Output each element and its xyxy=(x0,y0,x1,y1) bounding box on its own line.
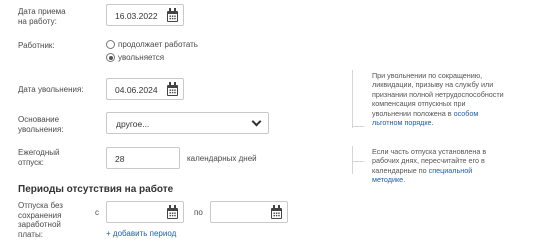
annual-leave-label-line2: отпуск: xyxy=(18,158,44,167)
hire-date-field[interactable]: 16.03.2022 xyxy=(106,4,184,26)
hire-date-label-line2: на работу: xyxy=(18,17,57,26)
period-to-field[interactable] xyxy=(210,201,288,223)
special-method-link[interactable]: специальной xyxy=(429,166,473,175)
hint-dismissal-compensation: При увольнении по сокращению, ликвидации… xyxy=(372,71,548,127)
dismissal-reason-select[interactable]: другое... xyxy=(106,112,269,134)
hint-line: календарные по xyxy=(372,165,429,175)
hire-date-value: 16.03.2022 xyxy=(115,11,158,21)
hint-line: Если часть отпуска установлена в xyxy=(372,147,487,156)
dismissal-date-label: Дата увольнения: xyxy=(18,85,84,94)
radio-continues-working-label[interactable]: продолжает работать xyxy=(118,40,198,50)
period-to-label: по xyxy=(194,208,203,217)
hint-line: увольнении положена в xyxy=(372,108,454,118)
hint-pointer xyxy=(352,126,364,127)
annual-leave-unit: календарных дней xyxy=(187,154,257,163)
dismissal-reason-value: другое... xyxy=(116,119,150,129)
hint-line: компенсация отпускных при xyxy=(372,99,466,109)
unpaid-leave-label-line: сохранения xyxy=(18,210,62,220)
annual-leave-input[interactable]: 28 xyxy=(106,147,180,169)
unpaid-leave-label-line: заработной xyxy=(18,220,61,229)
special-order-link-cont[interactable]: льготном порядке xyxy=(372,118,432,127)
dismissal-date-field[interactable]: 04.06.2024 xyxy=(106,78,184,100)
hint-end: . xyxy=(403,175,406,185)
dismissal-date-value: 04.06.2024 xyxy=(115,85,158,95)
hint-line: ликвидации, призыву на службу или xyxy=(372,80,494,90)
hire-date-label: Дата приема на работу: xyxy=(18,7,66,27)
hint-divider xyxy=(352,70,353,128)
period-from-field[interactable] xyxy=(106,201,184,223)
hire-date-label-line1: Дата приема xyxy=(18,7,66,16)
calendar-icon[interactable] xyxy=(167,205,178,219)
special-order-link[interactable]: особом xyxy=(454,109,479,118)
hint-divider xyxy=(352,146,353,174)
radio-continues-working[interactable] xyxy=(106,40,115,49)
unpaid-leave-label: Отпуска без сохранения заработной платы: xyxy=(18,201,63,239)
hint-pointer xyxy=(352,161,364,162)
add-period-link[interactable]: + добавить период xyxy=(106,229,176,238)
annual-leave-label-line1: Ежегодный xyxy=(18,148,60,157)
employee-label: Работник: xyxy=(18,41,55,50)
hint-leave-recalc: Если часть отпуска установлена в рабочих… xyxy=(372,147,548,185)
hint-end: . xyxy=(431,118,434,128)
radio-resigning[interactable] xyxy=(106,53,115,62)
unpaid-leave-label-line: Отпуска без xyxy=(18,201,63,210)
annual-leave-value: 28 xyxy=(115,154,125,164)
special-method-link-cont[interactable]: методике xyxy=(372,175,403,184)
hint-line: признании полной нетрудоспособности xyxy=(372,89,504,99)
dismissal-reason-label-line2: увольнения: xyxy=(18,125,64,134)
radio-resigning-label[interactable]: увольняется xyxy=(118,53,164,63)
annual-leave-label: Ежегодный отпуск: xyxy=(18,148,59,168)
calendar-icon[interactable] xyxy=(167,82,178,96)
dismissal-reason-label-line1: Основание xyxy=(18,115,60,124)
calendar-icon[interactable] xyxy=(167,8,178,22)
hint-line: При увольнении по сокращению, xyxy=(372,71,483,80)
dismissal-reason-label: Основание увольнения: xyxy=(18,115,64,135)
unpaid-leave-label-line: платы: xyxy=(18,229,43,239)
calendar-icon[interactable] xyxy=(271,205,282,219)
absence-heading: Периоды отсутствия на работе xyxy=(18,184,174,195)
hint-line: рабочих днях, пересчитайте его в xyxy=(372,156,485,166)
chevron-down-icon xyxy=(251,116,262,127)
period-from-label: с xyxy=(95,208,99,217)
